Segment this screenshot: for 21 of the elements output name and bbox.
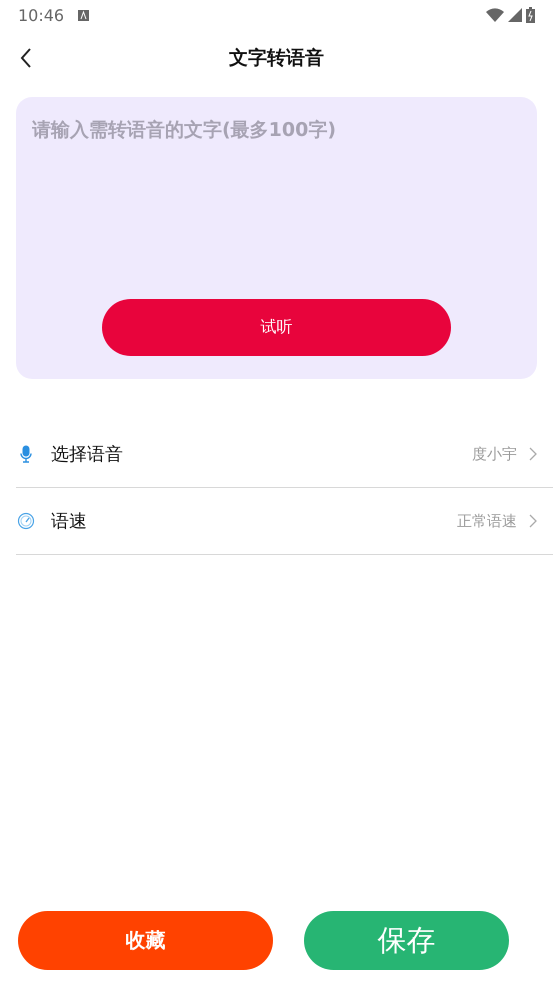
status-time: 10:46 bbox=[18, 6, 64, 24]
setting-value: 正常语速 bbox=[457, 512, 517, 530]
battery-icon bbox=[526, 7, 535, 23]
chevron-right-icon bbox=[529, 447, 537, 461]
chevron-right-icon bbox=[529, 514, 537, 528]
microphone-icon bbox=[20, 445, 32, 463]
setting-label: 语速 bbox=[51, 510, 87, 533]
back-icon bbox=[20, 48, 32, 68]
setting-label: 选择语音 bbox=[51, 443, 123, 466]
gauge-icon bbox=[17, 512, 35, 530]
page-title: 文字转语音 bbox=[229, 46, 324, 70]
listen-button[interactable]: 试听 bbox=[102, 299, 451, 356]
text-input-field[interactable]: 请输入需转语音的文字(最多100字) 试听 bbox=[16, 97, 537, 379]
save-button[interactable]: 保存 bbox=[304, 911, 509, 970]
settings-row[interactable]: 选择语音 度小宇 bbox=[16, 421, 553, 488]
setting-value: 度小宇 bbox=[472, 444, 517, 464]
signal-icon bbox=[508, 8, 522, 22]
notification-icon bbox=[78, 10, 90, 20]
favorite-button[interactable]: 收藏 bbox=[18, 911, 273, 970]
settings-row[interactable]: 语速 正常语速 bbox=[16, 488, 553, 555]
wifi-icon bbox=[486, 8, 504, 22]
